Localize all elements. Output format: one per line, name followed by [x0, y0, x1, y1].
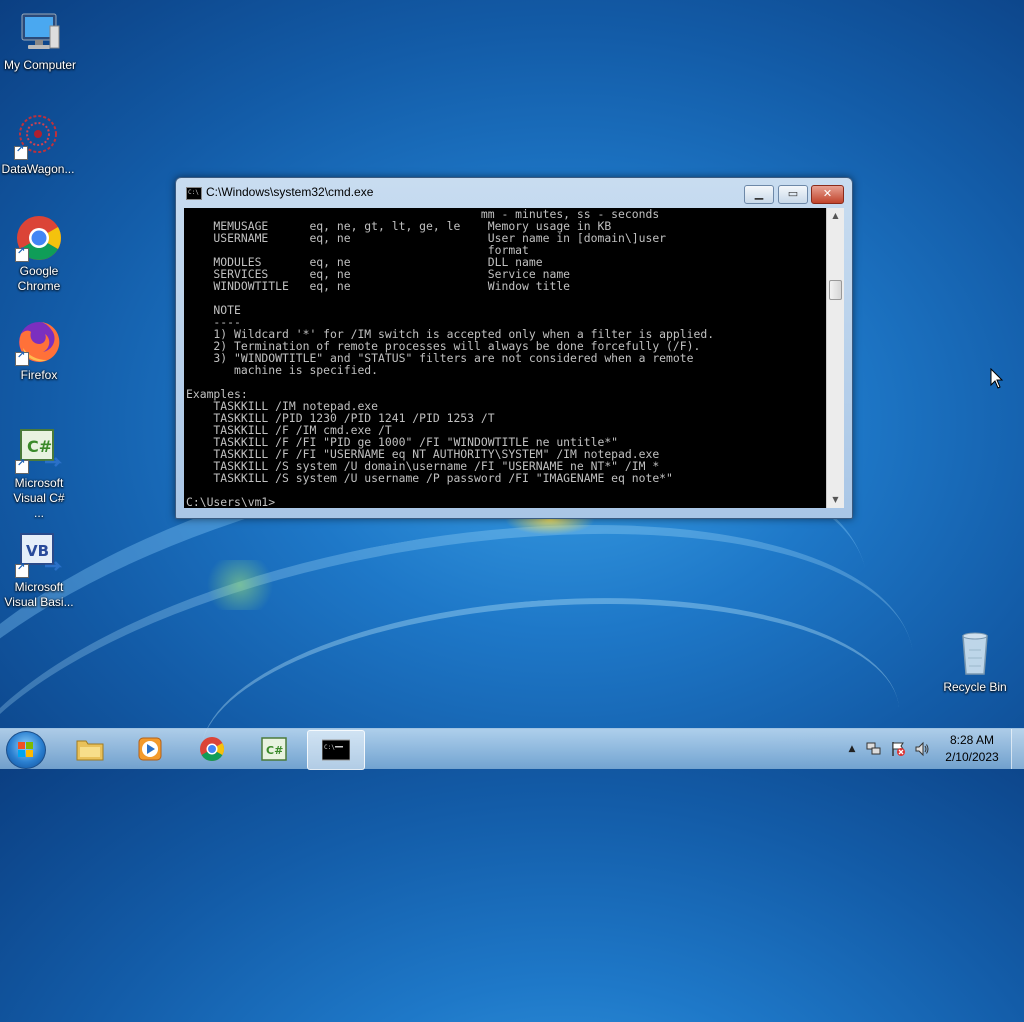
desktop-icon-datawagon[interactable]: DataWagon...: [0, 112, 78, 177]
desktop-icon-visual-basic[interactable]: VB Microsoft Visual Basi...: [0, 530, 79, 610]
console-text: mm - minutes, ss - seconds MEMUSAGE eq, …: [186, 208, 715, 508]
taskbar-item-cmd[interactable]: C:\: [307, 730, 365, 770]
show-hidden-icons-icon[interactable]: ▲: [844, 741, 860, 757]
desktop-icon-label: Microsoft Visual C# ...: [13, 476, 65, 520]
scroll-thumb[interactable]: [829, 280, 842, 300]
firefox-icon: [15, 318, 63, 366]
shortcut-arrow-icon: [15, 350, 29, 366]
desktop-icon-label: Recycle Bin: [943, 680, 1007, 694]
console-output[interactable]: mm - minutes, ss - seconds MEMUSAGE eq, …: [184, 208, 826, 508]
visual-basic-icon: VB: [15, 530, 63, 578]
desktop-icon-label: Firefox: [20, 368, 58, 382]
clock[interactable]: 8:28 AM 2/10/2023: [932, 732, 1012, 766]
taskbar-item-media-player[interactable]: [122, 730, 178, 768]
taskbar-item-chrome[interactable]: [184, 730, 240, 768]
shortcut-arrow-icon: [15, 246, 29, 262]
close-button[interactable]: ✕: [811, 185, 844, 204]
desktop-icon-label: My Computer: [3, 58, 77, 72]
scroll-up-icon[interactable]: ▲: [827, 208, 844, 224]
media-player-icon: [136, 736, 164, 762]
windows-logo-icon: [18, 742, 34, 758]
computer-icon: [16, 8, 64, 56]
cmd-icon: [186, 187, 202, 200]
visual-csharp-icon: C#: [260, 736, 288, 762]
svg-text:C:\: C:\: [324, 744, 335, 751]
volume-icon[interactable]: [914, 741, 930, 757]
network-icon[interactable]: [866, 741, 882, 757]
folder-icon: [76, 736, 104, 762]
shortcut-arrow-icon: [14, 144, 28, 160]
desktop-icon-label: DataWagon...: [1, 162, 75, 176]
desktop-icon-visual-csharp[interactable]: C# Microsoft Visual C# ...: [0, 426, 79, 521]
wallpaper-glow: [200, 560, 280, 610]
shortcut-arrow-icon: [15, 458, 29, 474]
maximize-button[interactable]: ▭: [778, 185, 808, 204]
system-tray: ▲ 8:28 AM 2/10/2023: [842, 729, 1022, 769]
chrome-icon: [15, 214, 63, 262]
desktop-icon-label: Google Chrome: [17, 264, 61, 293]
desktop-icon-recycle-bin[interactable]: Recycle Bin: [935, 630, 1015, 695]
vertical-scrollbar[interactable]: ▲ ▼: [826, 208, 844, 508]
cmd-window[interactable]: C:\Windows\system32\cmd.exe ▁ ▭ ✕ mm - m…: [175, 177, 853, 519]
mouse-cursor-icon: [990, 368, 1004, 389]
datawagon-icon: [14, 112, 62, 160]
minimize-button[interactable]: ▁: [744, 185, 774, 204]
shortcut-arrow-icon: [15, 562, 29, 578]
scroll-down-icon[interactable]: ▼: [827, 492, 844, 508]
start-button[interactable]: [6, 731, 46, 769]
taskbar: C# C:\ ▲ 8:28 AM 2/10/2023: [0, 728, 1024, 770]
desktop-icon-firefox[interactable]: Firefox: [0, 318, 79, 383]
desktop-icon-label: Microsoft Visual Basi...: [4, 580, 74, 609]
clock-date: 2/10/2023: [945, 750, 999, 764]
visual-csharp-icon: C#: [15, 426, 63, 474]
desktop-icon-google-chrome[interactable]: Google Chrome: [0, 214, 79, 294]
taskbar-item-visual-csharp[interactable]: C#: [246, 730, 302, 768]
action-center-icon[interactable]: [890, 741, 906, 757]
taskbar-item-explorer[interactable]: [62, 730, 118, 768]
chrome-icon: [198, 736, 226, 762]
recycle-bin-icon: [951, 630, 999, 678]
svg-text:C#: C#: [266, 744, 283, 757]
show-desktop-button[interactable]: [1011, 729, 1024, 769]
cmd-icon: C:\: [321, 737, 351, 763]
svg-text:C#: C#: [27, 437, 52, 456]
svg-text:VB: VB: [26, 542, 49, 560]
cmd-titlebar[interactable]: C:\Windows\system32\cmd.exe ▁ ▭ ✕: [176, 178, 852, 206]
clock-time: 8:28 AM: [949, 733, 995, 747]
window-title: C:\Windows\system32\cmd.exe: [206, 185, 374, 199]
desktop-icon-my-computer[interactable]: My Computer: [0, 8, 80, 73]
